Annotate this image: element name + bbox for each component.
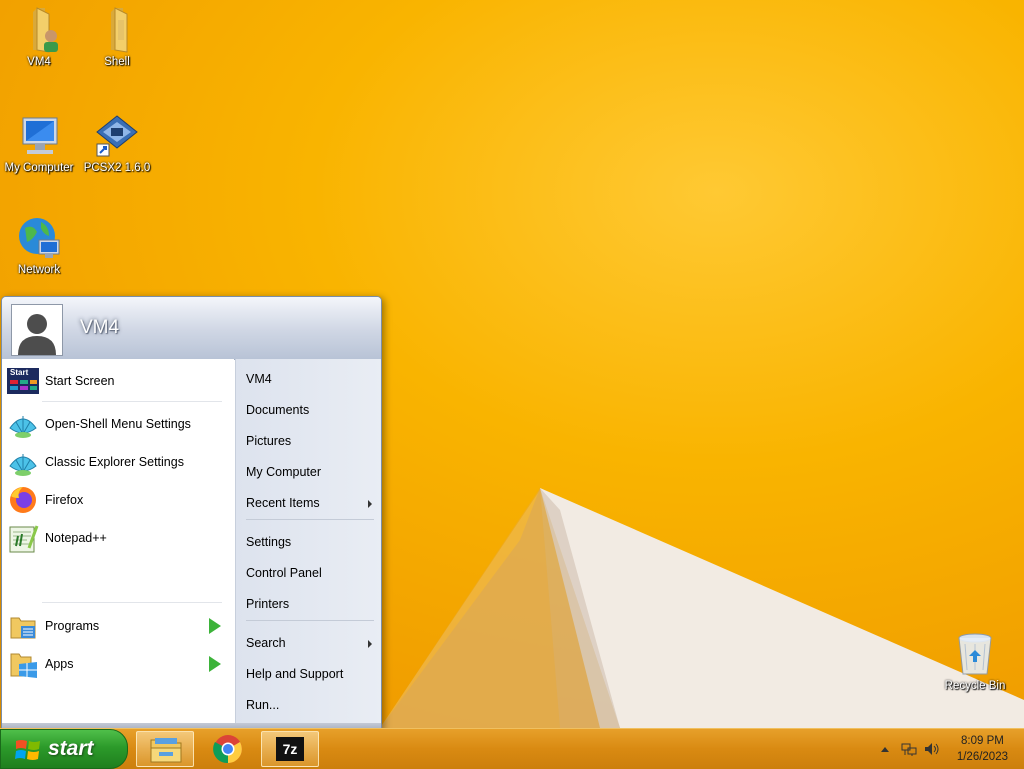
submenu-arrow-icon: [209, 656, 221, 672]
desktop-icon-label: Recycle Bin: [944, 680, 1006, 692]
start-label: start: [48, 737, 94, 760]
right-item-run[interactable]: Run...: [246, 698, 376, 712]
clock-time: 8:09 PM: [961, 735, 1004, 747]
start-menu-right-pane: VM4 Documents Pictures My Computer Recen…: [235, 359, 381, 729]
menu-item-label: Open-Shell Menu Settings: [45, 417, 191, 431]
desktop-icon-network[interactable]: Network: [0, 214, 78, 276]
start-menu-header: VM4: [2, 297, 381, 360]
seven-zip-label: 7z: [278, 739, 302, 759]
desktop-icon-label: Network: [17, 264, 61, 276]
seven-zip-icon: 7z: [276, 737, 304, 761]
pcsx2-shortcut-icon: [93, 112, 141, 160]
volume-icon[interactable]: [924, 742, 940, 756]
desktop-icon-label: PCSX2 1.6.0: [83, 162, 151, 174]
shell-icon: [7, 446, 39, 478]
divider: [246, 519, 374, 520]
start-screen-icon-text: Start: [10, 368, 29, 377]
desktop-icon-shell[interactable]: Shell: [78, 6, 156, 68]
desktop-icon-recycle-bin[interactable]: Recycle Bin: [936, 630, 1014, 692]
menu-item-label: Programs: [45, 619, 100, 633]
apps-icon: [7, 648, 39, 680]
menu-item-open-shell-settings[interactable]: Open-Shell Menu Settings: [7, 407, 229, 441]
chrome-icon: [213, 735, 242, 764]
start-screen-icon: Start: [7, 365, 39, 397]
folder-icon: [93, 6, 141, 54]
menu-item-label: Notepad++: [45, 531, 107, 545]
recycle-bin-icon: [951, 630, 999, 678]
submenu-arrow-icon: [209, 618, 221, 634]
show-hidden-icons-icon[interactable]: [881, 746, 889, 752]
network-globe-icon: [15, 214, 63, 262]
menu-item-label: Firefox: [45, 493, 84, 507]
clock-date: 1/26/2023: [956, 751, 1008, 763]
desktop-icon-label: VM4: [27, 56, 51, 68]
menu-item-label: Start Screen: [45, 374, 115, 388]
desktop-icon-label: My Computer: [4, 162, 74, 174]
desktop-icon-label: Shell: [104, 56, 130, 68]
right-item-vm4[interactable]: VM4: [246, 372, 376, 386]
divider: [246, 620, 374, 621]
menu-item-label: Apps: [45, 657, 74, 671]
desktop-icon-my-computer[interactable]: My Computer: [0, 112, 78, 174]
menu-item-classic-explorer-settings[interactable]: Classic Explorer Settings: [7, 445, 229, 479]
divider: [42, 602, 222, 603]
divider: [42, 401, 222, 402]
menu-item-programs[interactable]: Programs: [7, 609, 229, 643]
chevron-right-icon: [368, 500, 372, 508]
start-menu: VM4 Start Start Screen Open-Shell Menu S…: [1, 296, 382, 730]
taskbar-file-explorer[interactable]: [136, 731, 194, 767]
menu-item-apps[interactable]: Apps: [7, 647, 229, 681]
desktop-icon-pcsx2[interactable]: PCSX2 1.6.0: [78, 112, 156, 174]
right-item-printers[interactable]: Printers: [246, 597, 376, 611]
notepad-plus-plus-icon: [7, 522, 39, 554]
right-item-help-and-support[interactable]: Help and Support: [246, 667, 376, 681]
start-menu-left-pane: Start Start Screen Open-Shell Menu Setti…: [2, 359, 234, 729]
taskbar: start 7z 8:09 PM 1/26/2023: [0, 728, 1024, 769]
windows-logo-icon: [15, 740, 40, 760]
desktop-icon-vm4[interactable]: VM4: [0, 6, 78, 68]
right-item-pictures[interactable]: Pictures: [246, 434, 376, 448]
taskbar-7zip[interactable]: 7z: [261, 731, 319, 767]
user-folder-icon: [15, 6, 63, 54]
right-item-recent-items[interactable]: Recent Items: [246, 496, 376, 510]
avatar[interactable]: [11, 304, 63, 356]
clock[interactable]: 8:09 PM 1/26/2023: [957, 733, 1008, 765]
right-item-settings[interactable]: Settings: [246, 535, 376, 549]
right-item-my-computer[interactable]: My Computer: [246, 465, 376, 479]
menu-item-start-screen[interactable]: Start Start Screen: [7, 364, 229, 398]
programs-icon: [7, 610, 39, 642]
user-name: VM4: [80, 317, 120, 338]
network-icon[interactable]: [901, 742, 917, 756]
computer-icon: [15, 112, 63, 160]
right-item-control-panel[interactable]: Control Panel: [246, 566, 376, 580]
firefox-icon: [7, 484, 39, 516]
menu-item-label: Classic Explorer Settings: [45, 455, 184, 469]
file-explorer-icon: [150, 738, 182, 763]
system-tray: 8:09 PM 1/26/2023: [864, 729, 1024, 769]
start-button[interactable]: start: [0, 729, 128, 769]
shell-icon: [7, 408, 39, 440]
right-item-documents[interactable]: Documents: [246, 403, 376, 417]
menu-item-firefox[interactable]: Firefox: [7, 483, 229, 517]
menu-item-notepad-plus-plus[interactable]: Notepad++: [7, 521, 229, 555]
taskbar-chrome[interactable]: [199, 731, 257, 767]
chevron-right-icon: [368, 640, 372, 648]
right-item-search[interactable]: Search: [246, 636, 376, 650]
